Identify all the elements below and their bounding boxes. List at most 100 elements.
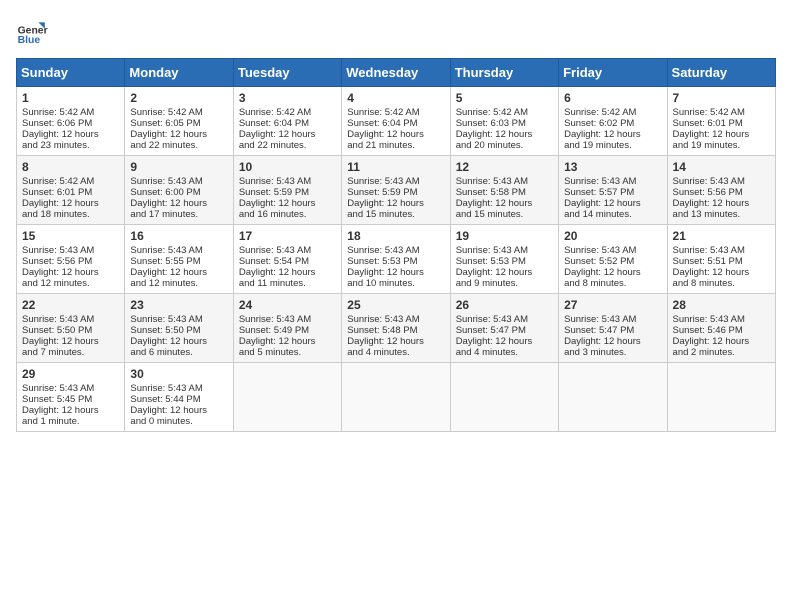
sunrise-text: Sunrise: 5:42 AM bbox=[130, 107, 227, 118]
daylight-value: and 19 minutes. bbox=[564, 140, 661, 151]
daylight-label: Daylight: 12 hours bbox=[673, 336, 770, 347]
sunrise-text: Sunrise: 5:43 AM bbox=[673, 176, 770, 187]
daylight-label: Daylight: 12 hours bbox=[22, 405, 119, 416]
daylight-label: Daylight: 12 hours bbox=[239, 267, 336, 278]
daylight-label: Daylight: 12 hours bbox=[456, 129, 553, 140]
daylight-label: Daylight: 12 hours bbox=[564, 198, 661, 209]
calendar-cell bbox=[667, 363, 775, 432]
calendar-week-6: 29Sunrise: 5:43 AMSunset: 5:45 PMDayligh… bbox=[17, 363, 776, 432]
sunrise-text: Sunrise: 5:43 AM bbox=[564, 176, 661, 187]
daylight-value: and 5 minutes. bbox=[239, 347, 336, 358]
calendar-cell: 8Sunrise: 5:42 AMSunset: 6:01 PMDaylight… bbox=[17, 156, 125, 225]
sunrise-text: Sunrise: 5:43 AM bbox=[22, 383, 119, 394]
calendar-header-row: SundayMondayTuesdayWednesdayThursdayFrid… bbox=[17, 59, 776, 87]
calendar-week-5: 22Sunrise: 5:43 AMSunset: 5:50 PMDayligh… bbox=[17, 294, 776, 363]
daylight-value: and 14 minutes. bbox=[564, 209, 661, 220]
calendar-cell: 13 Sunrise: 5:43 AMSunset: 5:57 PMDayligh… bbox=[559, 156, 667, 225]
calendar-week-2: 1Sunrise: 5:42 AMSunset: 6:06 PMDaylight… bbox=[17, 87, 776, 156]
day-number: 14 bbox=[673, 160, 770, 174]
daylight-value: and 20 minutes. bbox=[456, 140, 553, 151]
daylight-value: and 11 minutes. bbox=[239, 278, 336, 289]
day-number: 19 bbox=[456, 229, 553, 243]
daylight-value: and 12 minutes. bbox=[130, 278, 227, 289]
sunrise-text: Sunrise: 5:42 AM bbox=[239, 107, 336, 118]
sunrise-text: Sunrise: 5:43 AM bbox=[564, 314, 661, 325]
calendar-cell: 21Sunrise: 5:43 AMSunset: 5:51 PMDayligh… bbox=[667, 225, 775, 294]
day-number: 26 bbox=[456, 298, 553, 312]
calendar-cell: 2Sunrise: 5:42 AMSunset: 6:05 PMDaylight… bbox=[125, 87, 233, 156]
day-number: 10 bbox=[239, 160, 336, 174]
daylight-label: Daylight: 12 hours bbox=[239, 198, 336, 209]
day-number: 8 bbox=[22, 160, 119, 174]
day-header-thursday: Thursday bbox=[450, 59, 558, 87]
calendar-cell: 30Sunrise: 5:43 AMSunset: 5:44 PMDayligh… bbox=[125, 363, 233, 432]
sunset-text: Sunset: 6:03 PM bbox=[456, 118, 553, 129]
calendar-cell: 18Sunrise: 5:43 AMSunset: 5:53 PMDayligh… bbox=[342, 225, 450, 294]
sunset-text: Sunset: 6:04 PM bbox=[239, 118, 336, 129]
sunset-text: Sunset: 6:05 PM bbox=[130, 118, 227, 129]
daylight-label: Daylight: 12 hours bbox=[347, 198, 444, 209]
calendar-cell: 26Sunrise: 5:43 AMSunset: 5:47 PMDayligh… bbox=[450, 294, 558, 363]
daylight-label: Daylight: 12 hours bbox=[239, 129, 336, 140]
day-number: 7 bbox=[673, 91, 770, 105]
daylight-value: and 13 minutes. bbox=[673, 209, 770, 220]
day-number: 22 bbox=[22, 298, 119, 312]
sunrise-text: Sunrise: 5:43 AM bbox=[130, 383, 227, 394]
sunset-text: Sunset: 5:59 PM bbox=[239, 187, 336, 198]
day-header-wednesday: Wednesday bbox=[342, 59, 450, 87]
daylight-label: Daylight: 12 hours bbox=[347, 336, 444, 347]
sunrise-text: Sunrise: 5:43 AM bbox=[564, 245, 661, 256]
daylight-value: and 21 minutes. bbox=[347, 140, 444, 151]
sunset-text: Sunset: 5:56 PM bbox=[22, 256, 119, 267]
daylight-value: and 15 minutes. bbox=[456, 209, 553, 220]
calendar-cell: 14Sunrise: 5:43 AMSunset: 5:56 PMDayligh… bbox=[667, 156, 775, 225]
day-number: 4 bbox=[347, 91, 444, 105]
day-number: 13 bbox=[564, 160, 661, 174]
daylight-value: and 15 minutes. bbox=[347, 209, 444, 220]
sunrise-text: Sunrise: 5:43 AM bbox=[673, 314, 770, 325]
day-number: 28 bbox=[673, 298, 770, 312]
day-number: 30 bbox=[130, 367, 227, 381]
sunrise-text: Sunrise: 5:43 AM bbox=[347, 245, 444, 256]
sunrise-text: Sunrise: 5:42 AM bbox=[22, 176, 119, 187]
daylight-value: and 9 minutes. bbox=[456, 278, 553, 289]
daylight-value: and 4 minutes. bbox=[347, 347, 444, 358]
sunset-text: Sunset: 6:00 PM bbox=[130, 187, 227, 198]
calendar-cell: 15Sunrise: 5:43 AMSunset: 5:56 PMDayligh… bbox=[17, 225, 125, 294]
calendar-cell: 7Sunrise: 5:42 AMSunset: 6:01 PMDaylight… bbox=[667, 87, 775, 156]
daylight-label: Daylight: 12 hours bbox=[564, 129, 661, 140]
sunset-text: Sunset: 5:56 PM bbox=[673, 187, 770, 198]
day-number: 27 bbox=[564, 298, 661, 312]
day-number: 1 bbox=[22, 91, 119, 105]
calendar-cell: 6Sunrise: 5:42 AMSunset: 6:02 PMDaylight… bbox=[559, 87, 667, 156]
sunrise-text: Sunrise: 5:43 AM bbox=[456, 314, 553, 325]
day-header-sunday: Sunday bbox=[17, 59, 125, 87]
daylight-label: Daylight: 12 hours bbox=[347, 129, 444, 140]
daylight-value: and 0 minutes. bbox=[130, 416, 227, 427]
daylight-label: Daylight: 12 hours bbox=[22, 198, 119, 209]
daylight-value: and 8 minutes. bbox=[673, 278, 770, 289]
calendar-cell: 10Sunrise: 5:43 AMSunset: 5:59 PMDayligh… bbox=[233, 156, 341, 225]
sunset-text: Sunset: 5:54 PM bbox=[239, 256, 336, 267]
daylight-label: Daylight: 12 hours bbox=[130, 129, 227, 140]
sunrise-text: Sunrise: 5:43 AM bbox=[456, 176, 553, 187]
sunrise-text: Sunrise: 5:43 AM bbox=[347, 176, 444, 187]
day-number: 11 bbox=[347, 160, 444, 174]
daylight-label: Daylight: 12 hours bbox=[130, 267, 227, 278]
sunset-text: Sunset: 6:01 PM bbox=[673, 118, 770, 129]
sunset-text: Sunset: 5:52 PM bbox=[564, 256, 661, 267]
sunset-text: Sunset: 5:46 PM bbox=[673, 325, 770, 336]
sunset-text: Sunset: 5:57 PM bbox=[564, 187, 661, 198]
day-number: 18 bbox=[347, 229, 444, 243]
calendar-cell: 27Sunrise: 5:43 AMSunset: 5:47 PMDayligh… bbox=[559, 294, 667, 363]
sunset-text: Sunset: 5:47 PM bbox=[564, 325, 661, 336]
calendar-cell bbox=[559, 363, 667, 432]
daylight-value: and 7 minutes. bbox=[22, 347, 119, 358]
calendar-cell: 5Sunrise: 5:42 AMSunset: 6:03 PMDaylight… bbox=[450, 87, 558, 156]
day-number: 6 bbox=[564, 91, 661, 105]
calendar-cell: 22Sunrise: 5:43 AMSunset: 5:50 PMDayligh… bbox=[17, 294, 125, 363]
calendar-cell: 12Sunrise: 5:43 AMSunset: 5:58 PMDayligh… bbox=[450, 156, 558, 225]
calendar-cell bbox=[342, 363, 450, 432]
calendar-cell: 20Sunrise: 5:43 AMSunset: 5:52 PMDayligh… bbox=[559, 225, 667, 294]
daylight-value: and 17 minutes. bbox=[130, 209, 227, 220]
